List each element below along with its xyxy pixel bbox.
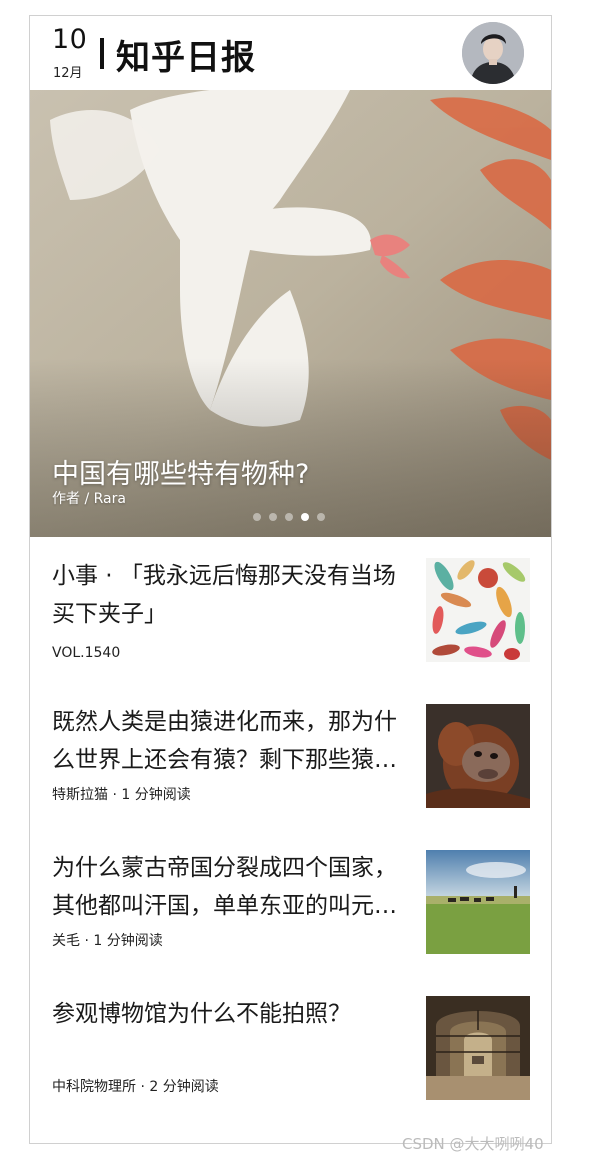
app-title: 知乎日报 <box>116 38 256 78</box>
hero-banner[interactable]: 中国有哪些特有物种? 作者 / Rara <box>30 90 551 537</box>
title-divider <box>100 38 104 69</box>
watermark: CSDN @大大咧咧40 <box>402 1135 544 1153</box>
story-item[interactable]: 参观博物馆为什么不能拍照？ 中科院物理所 · 2 分钟阅读 <box>30 995 551 1135</box>
carousel-dot[interactable] <box>317 513 325 521</box>
story-meta: 关毛 · 1 分钟阅读 <box>52 933 163 949</box>
carousel-dot[interactable] <box>269 513 277 521</box>
story-title[interactable]: 为什么蒙古帝国分裂成四个国家，其他都叫汗国，单单东亚的叫元朝？ <box>52 849 410 925</box>
date-day: 10 <box>52 24 88 55</box>
carousel-indicators <box>253 513 325 521</box>
story-title[interactable]: 既然人类是由猿进化而来，那为什么世界上还会有猿？剩下那些猿为什么没有进化？ <box>52 703 410 779</box>
story-item[interactable]: 既然人类是由猿进化而来，那为什么世界上还会有猿？剩下那些猿为什么没有进化？ 特斯… <box>30 703 551 843</box>
story-thumbnail[interactable] <box>426 558 530 662</box>
story-thumbnail[interactable] <box>426 704 530 808</box>
user-avatar[interactable] <box>462 22 524 84</box>
avatar-image <box>462 22 524 84</box>
app-frame: 10 12月 知乎日报 中国有哪些特有物种? 作者 / Rara 小事 · 「我… <box>29 15 552 1144</box>
date-month: 12月 <box>53 66 83 81</box>
story-item[interactable]: 小事 · 「我永远后悔那天没有当场买下夹子」 VOL.1540 <box>30 557 551 697</box>
story-meta: 中科院物理所 · 2 分钟阅读 <box>52 1079 219 1095</box>
steppe-image <box>426 850 530 954</box>
carousel-dot[interactable] <box>253 513 261 521</box>
story-thumbnail[interactable] <box>426 850 530 954</box>
header: 10 12月 知乎日报 <box>30 16 551 90</box>
story-title[interactable]: 小事 · 「我永远后悔那天没有当场买下夹子」 <box>52 557 410 633</box>
story-thumbnail[interactable] <box>426 996 530 1100</box>
hero-title[interactable]: 中国有哪些特有物种? <box>52 452 309 491</box>
orangutan-image <box>426 704 530 808</box>
story-meta: 特斯拉猫 · 1 分钟阅读 <box>52 787 191 803</box>
hero-author: 作者 / Rara <box>52 491 126 507</box>
hair-clips-image <box>426 558 530 662</box>
carousel-dot[interactable] <box>285 513 293 521</box>
carousel-dot-active[interactable] <box>301 513 309 521</box>
museum-hall-image <box>426 996 530 1100</box>
story-title[interactable]: 参观博物馆为什么不能拍照？ <box>52 995 410 1033</box>
story-item[interactable]: 为什么蒙古帝国分裂成四个国家，其他都叫汗国，单单东亚的叫元朝？ 关毛 · 1 分… <box>30 849 551 989</box>
story-meta: VOL.1540 <box>52 645 121 661</box>
